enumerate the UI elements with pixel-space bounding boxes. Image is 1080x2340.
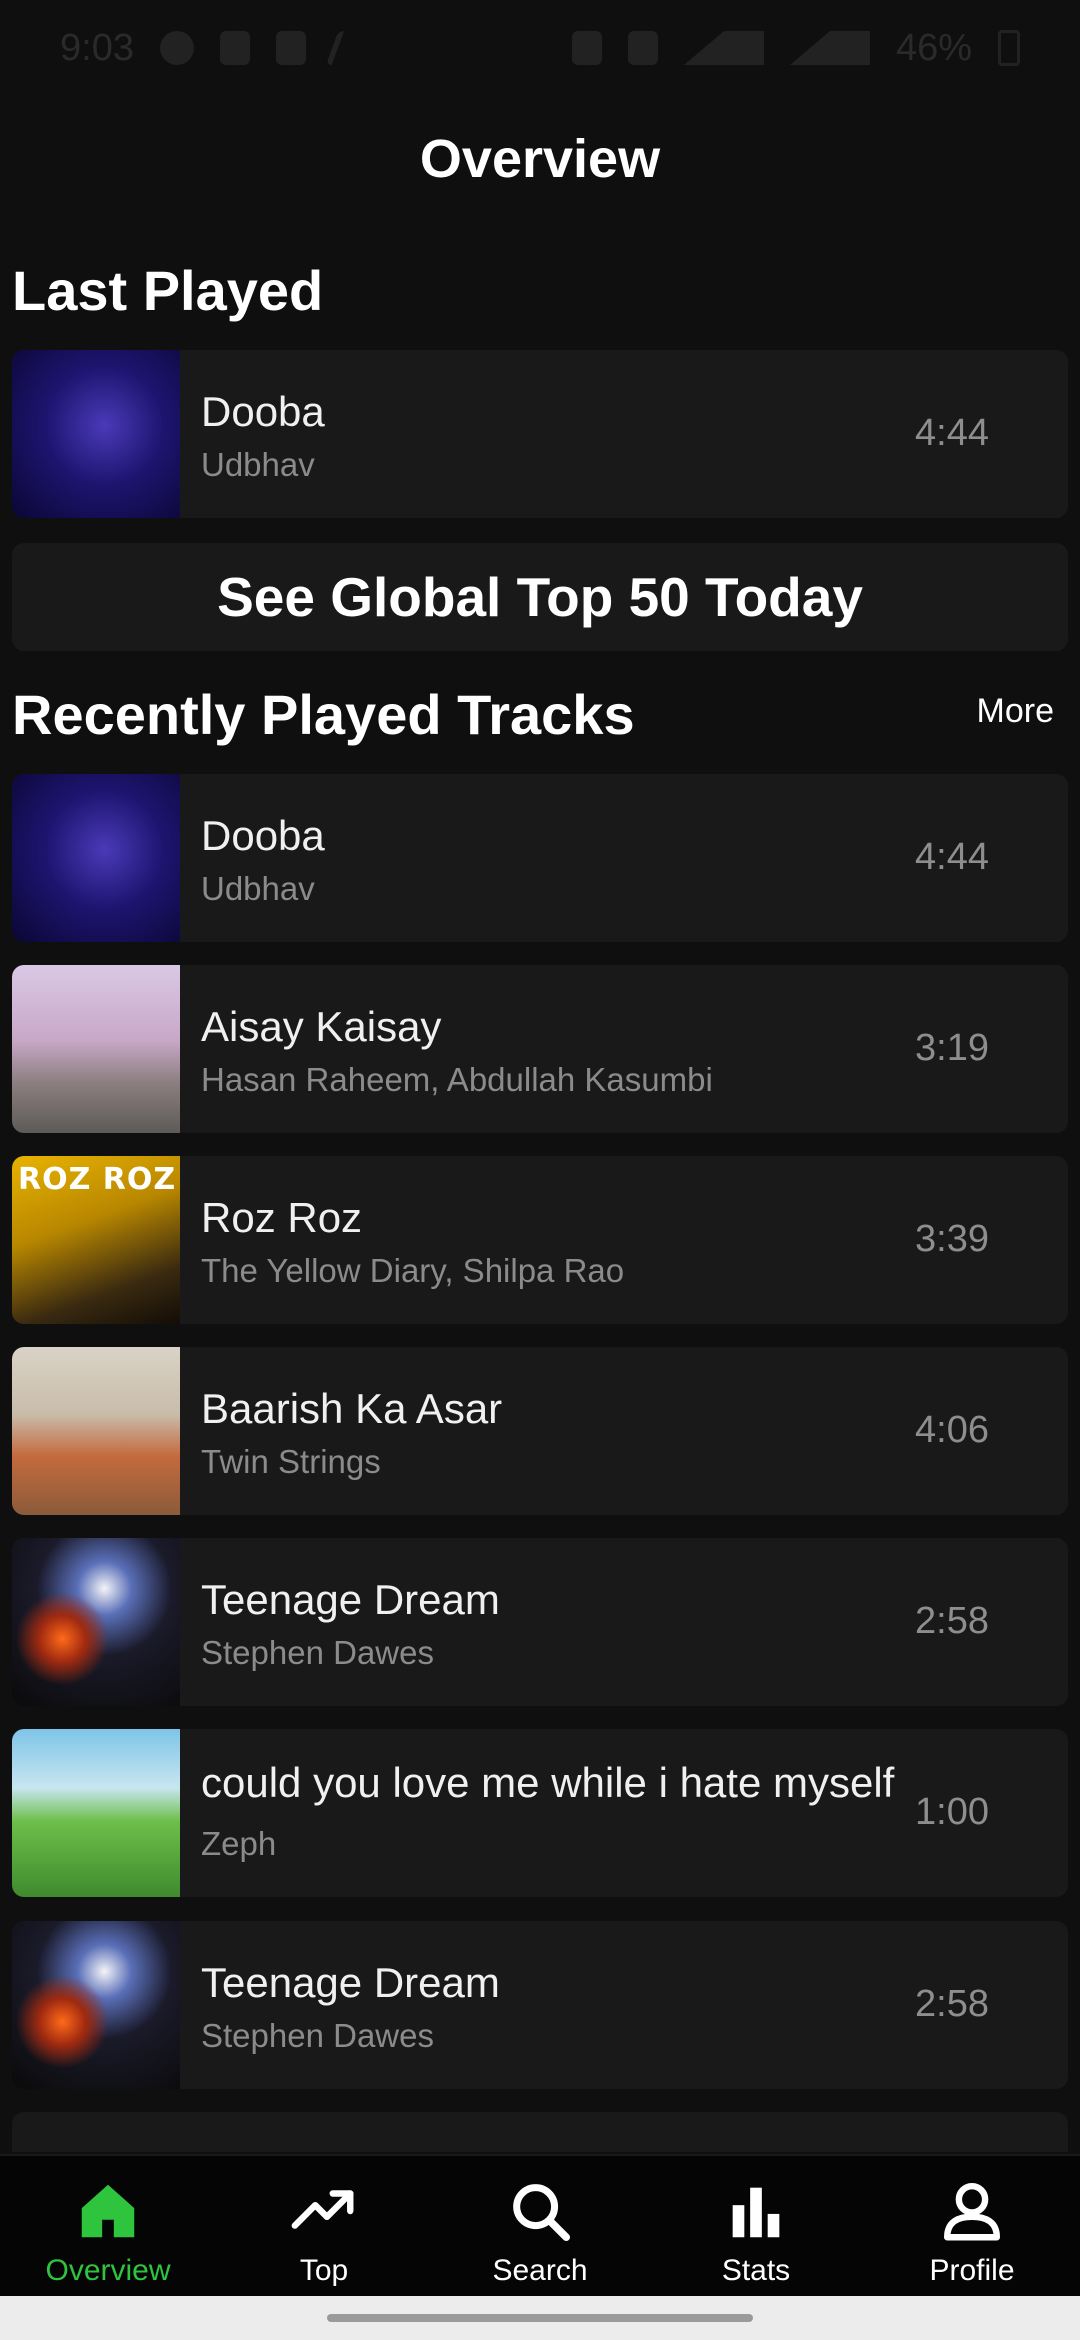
album-art	[12, 965, 180, 1133]
bar-chart-icon	[732, 2187, 780, 2238]
battery-icon	[998, 30, 1020, 66]
app-icon	[219, 31, 250, 65]
track-duration: 4:06	[915, 1409, 989, 1451]
track-row[interactable]: Baarish Ka Asar Twin Strings 4:06	[12, 1347, 1068, 1515]
trending-icon	[291, 2190, 354, 2229]
nav-label: Top	[299, 2254, 349, 2287]
image-icon	[275, 31, 306, 65]
nav-label: Search	[492, 2254, 588, 2287]
track-duration: 3:19	[915, 1027, 989, 1069]
nav-label: Stats	[721, 2254, 791, 2287]
home-icon	[81, 2184, 135, 2238]
album-art	[12, 1347, 180, 1515]
track-title: Teenage Dream	[201, 1576, 500, 1623]
signal-icon	[683, 31, 764, 65]
nav-label: Profile	[929, 2254, 1015, 2287]
vibrate-icon	[571, 31, 602, 65]
slash-icon	[325, 31, 361, 65]
track-title: could you love me while i hate myself	[201, 1759, 895, 1806]
nav-search[interactable]: Search	[432, 2156, 648, 2298]
nav-top[interactable]: Top	[216, 2156, 432, 2298]
track-row[interactable]: Aisay Kaisay Hasan Raheem, Abdullah Kasu…	[12, 965, 1068, 1133]
album-art	[12, 1921, 180, 2089]
network-icon	[627, 31, 658, 65]
track-artist: Zeph	[201, 1825, 277, 1862]
album-art	[12, 350, 180, 518]
status-bar: 9:03 46%	[0, 0, 1080, 96]
track-title: Dooba	[201, 812, 325, 859]
last-played-heading: Last Played	[12, 259, 324, 322]
nav-profile[interactable]: Profile	[864, 2156, 1080, 2298]
album-art	[12, 1538, 180, 1706]
track-artist: Udbhav	[201, 446, 315, 483]
track-duration: 2:58	[915, 1983, 989, 2025]
track-artist: Udbhav	[201, 870, 315, 907]
album-art: ROZ ROZ	[12, 1156, 180, 1324]
bottom-nav: Overview Top Search Stats Profile	[0, 2154, 1080, 2298]
album-art	[12, 1729, 180, 1897]
home-indicator[interactable]	[327, 2314, 753, 2322]
notification-icon	[159, 31, 194, 65]
status-left: 9:03	[60, 26, 361, 70]
track-row[interactable]: Teenage Dream Stephen Dawes 2:58	[12, 1538, 1068, 1706]
track-artist: Hasan Raheem, Abdullah Kasumbi	[201, 1061, 713, 1098]
track-title: Dooba	[201, 388, 325, 435]
track-title: Baarish Ka Asar	[201, 1385, 503, 1432]
track-row[interactable]	[12, 2112, 1068, 2152]
track-artist: Stephen Dawes	[201, 2017, 434, 2054]
track-artist: Stephen Dawes	[201, 1634, 434, 1671]
album-art-title: ROZ ROZ	[18, 1162, 177, 1197]
page-title: Overview	[419, 129, 661, 189]
track-row[interactable]: could you love me while i hate myself Ze…	[12, 1729, 1068, 1897]
track-row[interactable]: Dooba Udbhav 4:44	[12, 774, 1068, 942]
track-title: Roz Roz	[201, 1194, 363, 1241]
battery-percent: 46%	[895, 26, 972, 69]
track-duration: 4:44	[915, 412, 989, 454]
user-icon	[944, 2183, 1000, 2241]
track-duration: 2:58	[915, 1600, 989, 1642]
album-art	[12, 774, 180, 942]
more-link[interactable]: More	[977, 692, 1054, 731]
global-top-50-button[interactable]: See Global Top 50 Today	[12, 543, 1068, 651]
track-row[interactable]: Teenage Dream Stephen Dawes 2:58	[12, 1921, 1068, 2089]
track-duration: 3:39	[915, 1218, 989, 1260]
track-artist: The Yellow Diary, Shilpa Rao	[201, 1252, 625, 1289]
search-icon	[513, 2184, 571, 2242]
signal-4g-icon	[789, 31, 870, 65]
recently-played-heading: Recently Played Tracks	[12, 683, 635, 746]
track-row[interactable]: ROZ ROZ Roz Roz The Yellow Diary, Shilpa…	[12, 1156, 1068, 1324]
last-played-card[interactable]: Dooba Udbhav 4:44	[12, 350, 1068, 518]
track-duration: 4:44	[915, 836, 989, 878]
track-title: Teenage Dream	[201, 1959, 500, 2006]
nav-overview[interactable]: Overview	[0, 2156, 216, 2298]
nav-stats[interactable]: Stats	[648, 2156, 864, 2298]
nav-label: Overview	[45, 2254, 171, 2287]
status-time: 9:03	[60, 26, 134, 69]
status-right: 46%	[571, 26, 1020, 70]
track-title: Aisay Kaisay	[201, 1003, 442, 1050]
track-duration: 1:00	[915, 1791, 989, 1833]
track-artist: Twin Strings	[201, 1443, 381, 1480]
